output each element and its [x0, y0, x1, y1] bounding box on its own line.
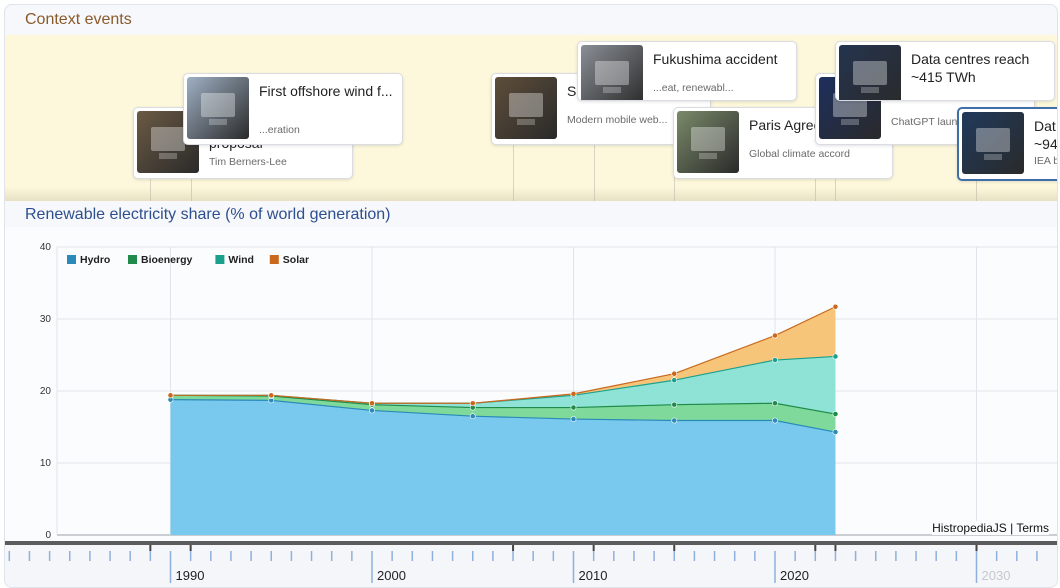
legend-label-hydro: Hydro: [80, 254, 110, 266]
event-title: Fukushima accident: [653, 51, 778, 67]
data-point-hydro: [469, 413, 476, 420]
wind-turbine-icon: [187, 77, 249, 139]
axis-year-label: 2010: [579, 568, 608, 583]
legend-label-wind: Wind: [228, 254, 254, 266]
data-point-hydro: [832, 429, 839, 435]
axis-year-label: 2000: [377, 568, 406, 583]
context-events-title: Context events: [25, 11, 132, 28]
axis-year-label: 1990: [176, 568, 205, 583]
server-rack-icon: [839, 45, 901, 100]
context-events-band[interactable]: First offshore wind f......erationWorld …: [5, 35, 1057, 201]
data-point-wind: [832, 353, 839, 360]
y-tick-label: 10: [40, 458, 52, 469]
summit-icon: [677, 111, 739, 173]
legend-swatch-solar: [269, 255, 279, 264]
data-point-solar: [268, 392, 275, 399]
data-point-solar: [167, 392, 174, 399]
event-subtitle: ...eration: [259, 124, 300, 136]
credit-link[interactable]: HistropediaJS | Terms: [932, 521, 1049, 535]
timeline-widget: Context events First offshore wind f....…: [4, 4, 1058, 588]
legend-swatch-bioenergy: [128, 255, 137, 264]
legend-swatch-hydro: [67, 255, 76, 264]
power-plant-icon: [581, 45, 643, 100]
data-point-solar: [469, 400, 476, 407]
axis-year-label: 2020: [780, 568, 809, 583]
data-point-bioenergy: [832, 411, 839, 417]
data-point-solar: [671, 370, 678, 377]
event-card[interactable]: Data centres reach ~415 TWh: [835, 41, 1055, 101]
event-title: Data centres reach ~415 TWh: [911, 51, 1030, 85]
event-title: Dat... ~94...: [1034, 118, 1058, 152]
data-point-hydro: [671, 417, 678, 424]
event-subtitle: Tim Berners-Lee: [209, 156, 287, 168]
y-tick-label: 20: [40, 386, 52, 397]
data-point-bioenergy: [570, 404, 577, 411]
axis-year-label: 2030: [982, 568, 1011, 583]
data-point-hydro: [570, 416, 577, 422]
y-tick-label: 40: [40, 242, 52, 253]
event-title: First offshore wind f...: [259, 83, 393, 99]
time-axis-ticks: 1990 2000 2010 2020 2030: [8, 545, 1038, 583]
data-point-bioenergy: [772, 400, 778, 407]
data-point-solar: [369, 400, 375, 407]
smartphone-icon: [495, 77, 557, 139]
legend-label-solar: Solar: [283, 254, 309, 266]
legend-label-bioenergy: Bioenergy: [141, 254, 193, 266]
data-point-wind: [772, 357, 778, 363]
data-point-solar: [832, 303, 839, 310]
data-point-solar: [570, 390, 577, 397]
data-point-bioenergy: [671, 401, 678, 408]
event-subtitle: Global climate accord: [749, 148, 850, 160]
event-subtitle: IEA b...: [1034, 155, 1057, 167]
event-card[interactable]: Fukushima accident ...eat, renewabl...: [577, 41, 797, 101]
y-tick-label: 0: [45, 530, 51, 541]
event-card[interactable]: Dat... ~94... IEA b...: [957, 107, 1058, 181]
legend-swatch-wind: [215, 255, 225, 264]
data-point-solar: [772, 332, 778, 339]
chart-area[interactable]: 0 10 20 30 40 Hydro Bioenergy Wind Solar: [5, 227, 1057, 543]
time-axis[interactable]: 1990 2000 2010 2020 2030: [5, 541, 1057, 587]
data-point-wind: [671, 377, 678, 384]
y-tick-label: 30: [40, 314, 52, 325]
event-subtitle: ...eat, renewabl...: [653, 82, 734, 94]
data-point-hydro: [369, 407, 375, 414]
area-chart: 0 10 20 30 40 Hydro Bioenergy Wind Solar: [40, 242, 1057, 541]
event-card[interactable]: First offshore wind f... ...eration: [183, 73, 403, 145]
chart-title: Renewable electricity share (% of world …: [25, 206, 391, 223]
data-point-hydro: [772, 417, 778, 424]
server-rack-icon: [962, 112, 1024, 174]
